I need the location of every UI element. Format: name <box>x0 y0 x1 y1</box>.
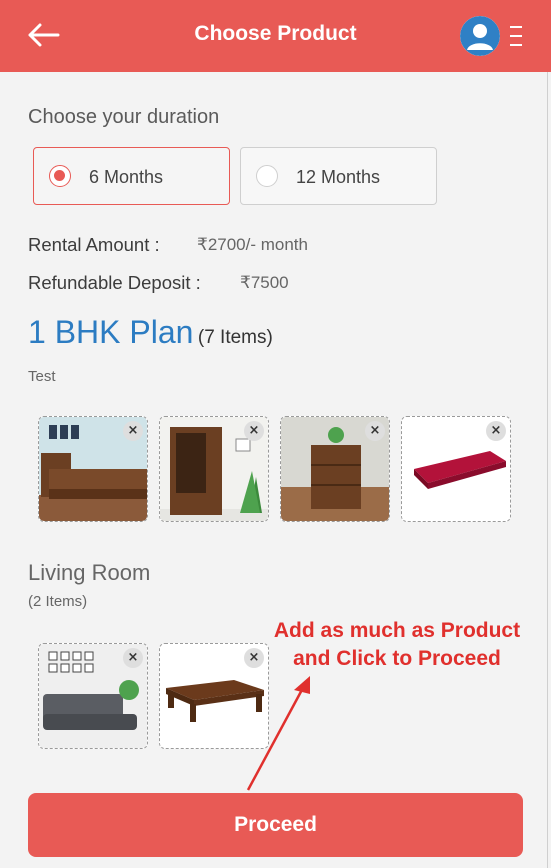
duration-option-label: 6 Months <box>89 167 164 187</box>
rental-amount-label: Rental Amount : <box>28 234 160 255</box>
product-tile-mattress[interactable]: × <box>401 416 511 522</box>
product-tile-bed[interactable]: × <box>38 416 148 522</box>
duration-option-6-months[interactable]: 6 Months <box>33 147 230 205</box>
room-items-count: (2 Items) <box>28 593 88 610</box>
annotation-line-1: Add as much as Product <box>273 619 521 642</box>
product-tile-sofa[interactable]: × <box>38 643 148 749</box>
plan-name: 1 BHK Plan <box>28 314 194 350</box>
instruction-annotation: Add as much as Product and Click to Proc… <box>252 617 542 673</box>
plan-heading: 1 BHK Plan (7 Items) <box>28 314 273 351</box>
user-avatar-icon[interactable] <box>460 16 500 56</box>
rental-amount-value: ₹2700/- month <box>197 235 308 254</box>
room-title: Living Room <box>28 560 151 585</box>
duration-option-12-months[interactable]: 12 Months <box>240 147 437 205</box>
annotation-line-2: and Click to Proceed <box>293 647 501 670</box>
remove-product-button[interactable]: × <box>123 648 143 668</box>
app-header: Choose Product <box>0 0 551 72</box>
remove-product-button[interactable]: × <box>365 421 385 441</box>
remove-product-button[interactable]: × <box>244 421 264 441</box>
radio-selected-icon[interactable] <box>49 165 71 187</box>
plan-subtitle: Test <box>28 368 56 385</box>
proceed-button[interactable]: Proceed <box>28 793 523 857</box>
annotation-arrow-icon <box>246 676 310 791</box>
deposit-label: Refundable Deposit : <box>28 272 201 293</box>
remove-product-button[interactable]: × <box>486 421 506 441</box>
duration-heading: Choose your duration <box>28 106 220 128</box>
product-tile-wardrobe[interactable]: × <box>159 416 269 522</box>
duration-option-label: 12 Months <box>296 167 381 187</box>
remove-product-button[interactable]: × <box>123 421 143 441</box>
menu-icon[interactable] <box>506 24 524 48</box>
remove-product-button[interactable]: × <box>244 648 264 668</box>
product-tile-side-table[interactable]: × <box>280 416 390 522</box>
radio-unselected-icon[interactable] <box>256 165 278 187</box>
plan-items-count: (7 Items) <box>197 327 273 348</box>
deposit-value: ₹7500 <box>240 273 289 292</box>
